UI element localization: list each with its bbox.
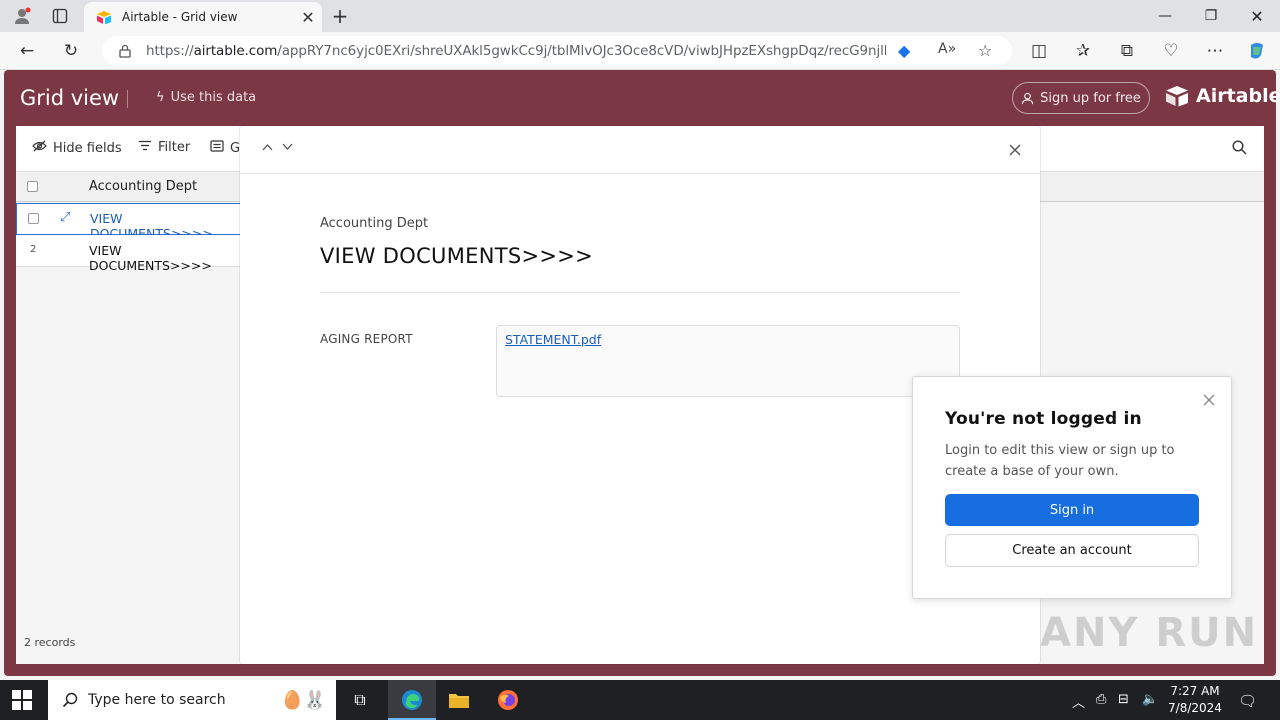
attachment-field-label: AGING REPORT — [320, 332, 413, 346]
clock-time: 7:27 AM — [1170, 684, 1220, 698]
create-account-button[interactable]: Create an account — [945, 534, 1199, 567]
split-screen-icon[interactable]: ◫ — [1026, 39, 1052, 63]
eye-off-icon — [32, 140, 47, 156]
network-icon[interactable]: ⊟ — [1118, 692, 1129, 707]
previous-record-icon[interactable] — [262, 140, 273, 155]
filter-icon — [138, 140, 152, 155]
restore-icon[interactable]: ❐ — [1188, 0, 1234, 32]
taskbar-search[interactable]: Type here to search 🥚🐰 — [48, 680, 336, 720]
use-this-data-button[interactable]: ϟ Use this data — [156, 90, 256, 105]
filter-button[interactable]: Filter — [138, 140, 190, 155]
favorite-star-icon[interactable]: ☆ — [978, 41, 992, 60]
next-record-icon[interactable] — [282, 140, 293, 155]
tab-close-icon[interactable]: ✕ — [294, 8, 322, 27]
record-count: 2 records — [24, 636, 76, 649]
lock-icon[interactable] — [118, 44, 132, 58]
tray-device-icon[interactable]: ⎙ — [1096, 692, 1106, 707]
group-button[interactable]: G — [210, 140, 240, 156]
modal-header — [240, 126, 1040, 174]
taskbar-search-placeholder: Type here to search — [88, 692, 226, 708]
browser-tabbar: Airtable - Grid view ✕ + — ❐ ✕ — [0, 0, 1280, 32]
close-record-icon[interactable] — [1008, 138, 1022, 162]
easter-eggs-icon: 🥚🐰 — [281, 689, 326, 711]
group-label: G — [230, 140, 241, 156]
record-title: VIEW DOCUMENTS>>>> — [320, 244, 594, 268]
hide-fields-button[interactable]: Hide fields — [32, 140, 122, 156]
select-all-checkbox[interactable] — [27, 181, 38, 192]
filter-label: Filter — [158, 140, 191, 155]
group-icon — [210, 140, 224, 156]
edge-icon[interactable] — [400, 688, 424, 712]
attachment-field: STATEMENT.pdf — [496, 325, 960, 397]
clock-date: 7/8/2024 — [1168, 701, 1222, 715]
table-row[interactable]: 2 VIEW DOCUMENTS>>>> — [16, 235, 240, 273]
file-explorer-icon[interactable] — [447, 688, 471, 712]
attachment-link[interactable]: STATEMENT.pdf — [505, 332, 601, 347]
primary-field-label: Accounting Dept — [320, 216, 429, 231]
expand-record-icon[interactable]: ⤢ — [60, 210, 70, 225]
tray-overflow-icon[interactable]: ︿ — [1072, 692, 1085, 711]
popover-title: You're not logged in — [945, 409, 1142, 429]
firefox-icon[interactable] — [496, 688, 520, 712]
favorites-icon[interactable]: ✰ — [1070, 39, 1096, 63]
back-icon[interactable]: ← — [14, 39, 40, 63]
address-bar[interactable]: https://airtable.com/appRY7nc6yjc0EXri/s… — [102, 36, 1012, 66]
windows-start-icon[interactable] — [12, 690, 32, 710]
grid-search-icon[interactable] — [1232, 140, 1247, 155]
browser-tab-airtable[interactable]: Airtable - Grid view ✕ — [84, 2, 322, 32]
airtable-logo-icon — [1166, 86, 1188, 107]
task-view-icon[interactable]: ⧉ — [348, 688, 372, 712]
search-icon — [62, 692, 78, 708]
table-row[interactable]: ⤢ VIEW DOCUMENTS>>>> — [16, 203, 240, 241]
profile-icon[interactable] — [10, 5, 34, 27]
minimize-icon[interactable]: — — [1142, 0, 1188, 32]
record-divider — [320, 292, 960, 293]
more-menu-icon[interactable]: ⋯ — [1202, 39, 1228, 63]
sign-up-label: Sign up for free — [1040, 90, 1141, 106]
new-tab-icon[interactable]: + — [328, 4, 352, 28]
lightning-icon: ϟ — [156, 90, 165, 105]
view-title: Grid view — [20, 86, 120, 110]
popover-body: Login to edit this view or sign up to cr… — [945, 443, 1175, 479]
read-aloud-icon[interactable]: A» — [938, 41, 956, 57]
notifications-icon[interactable]: 🗨 — [1238, 692, 1257, 710]
row-checkbox[interactable] — [28, 213, 39, 224]
brand-name: Airtable — [1196, 85, 1280, 107]
tab-actions-icon[interactable] — [48, 5, 72, 27]
header-divider — [127, 90, 128, 108]
airtable-logo[interactable]: Airtable — [1164, 85, 1280, 107]
anyrun-watermark: ANY RUN — [1040, 610, 1259, 656]
url-text: https://airtable.com/appRY7nc6yjc0EXri/s… — [146, 43, 886, 59]
login-popover: You're not logged in Login to edit this … — [912, 376, 1232, 599]
popover-close-icon[interactable] — [1203, 391, 1215, 410]
tab-title: Airtable - Grid view — [122, 10, 238, 24]
row-cell-value[interactable]: VIEW DOCUMENTS>>>> — [89, 243, 240, 273]
column-header-accounting-dept[interactable]: Accounting Dept — [89, 179, 197, 194]
sign-in-button[interactable]: Sign in — [945, 494, 1199, 526]
window-close-icon[interactable]: ✕ — [1234, 0, 1280, 32]
taskbar-clock[interactable]: 7:27 AM 7/8/2024 — [1164, 683, 1226, 717]
airtable-favicon-icon — [97, 11, 111, 24]
hide-fields-label: Hide fields — [53, 140, 122, 156]
copilot-icon[interactable] — [1244, 39, 1270, 63]
coupon-tag-icon[interactable]: ◆ — [898, 41, 910, 60]
user-icon — [1021, 92, 1034, 104]
windows-taskbar: Type here to search 🥚🐰 ⧉ ︿ ⎙ ⊟ 🔈 7:27 AM… — [0, 680, 1280, 720]
row-number: 2 — [30, 244, 37, 255]
collections-icon[interactable]: ⧉ — [1114, 39, 1140, 63]
volume-icon[interactable]: 🔈 — [1142, 692, 1158, 707]
refresh-icon[interactable]: ↻ — [58, 39, 84, 63]
browser-toolbar: ← ↻ https://airtable.com/appRY7nc6yjc0EX… — [0, 32, 1280, 70]
sign-up-button[interactable]: Sign up for free — [1012, 82, 1150, 114]
use-this-data-label: Use this data — [170, 90, 257, 105]
browser-essentials-icon[interactable]: ♡ — [1158, 39, 1184, 63]
